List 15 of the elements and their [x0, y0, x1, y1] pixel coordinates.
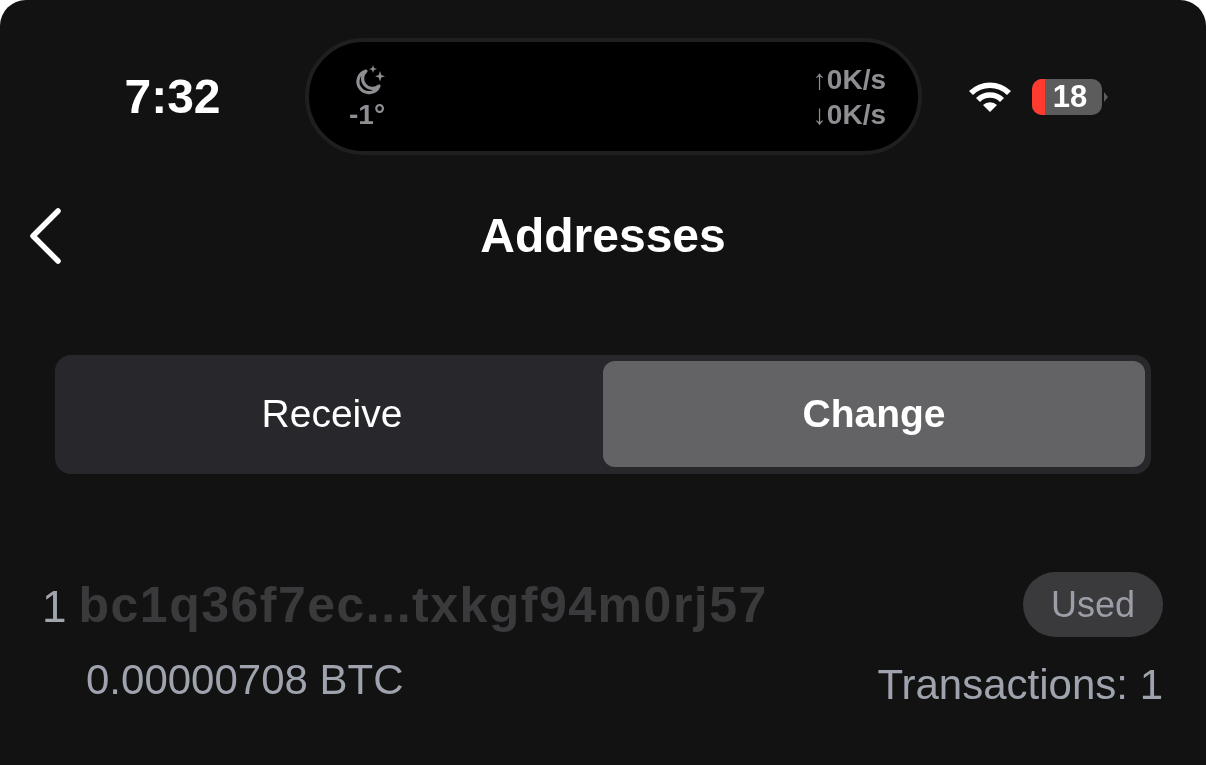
back-chevron-icon[interactable] [28, 208, 62, 264]
upload-speed: ↑0K/s [812, 62, 886, 97]
battery-low-fill [1032, 78, 1045, 115]
status-time: 7:32 [124, 72, 221, 121]
battery-percentage: 18 [1051, 81, 1088, 112]
balance-text: 0.00000708 BTC [86, 659, 404, 701]
address-index: 1 [42, 584, 67, 629]
segment-tab[interactable]: Receive [61, 361, 603, 467]
wifi-icon [967, 80, 1013, 113]
status-badge: Used [1022, 572, 1163, 637]
transactions-count: Transactions: 1 [877, 664, 1163, 706]
download-speed: ↓0K/s [812, 97, 886, 132]
temperature-text: -1° [349, 99, 386, 130]
segment-tab[interactable]: Change [603, 361, 1145, 467]
page-title: Addresses [480, 212, 726, 260]
